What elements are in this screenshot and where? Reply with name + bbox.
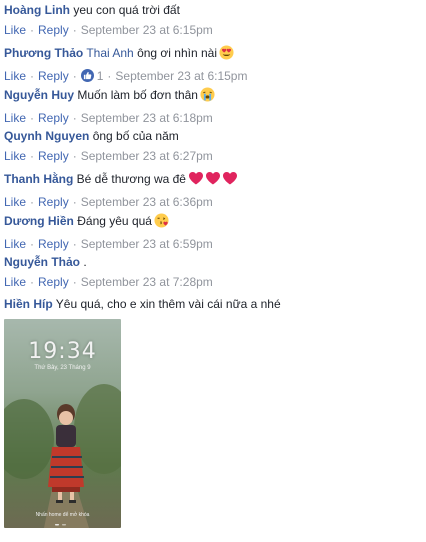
like-link[interactable]: Like: [4, 195, 26, 209]
comment-text: Yêu quá, cho e xin thêm vài cái nữa a nh…: [55, 297, 281, 311]
comment-timestamp[interactable]: September 23 at 6:15pm: [81, 23, 213, 37]
reply-link[interactable]: Reply: [38, 195, 69, 209]
comment-text: ông ơi nhìn nài: [137, 46, 217, 60]
lockscreen-clock: 19:34: [28, 339, 97, 364]
comment: Nguyễn Huy Muốn làm bố đơn thân Like · Rep…: [4, 87, 420, 125]
reply-link[interactable]: Reply: [38, 237, 69, 251]
reply-link[interactable]: Reply: [38, 275, 69, 289]
comment-author[interactable]: Phương Thảo: [4, 46, 83, 60]
comment-timestamp[interactable]: September 23 at 7:28pm: [81, 275, 213, 289]
comment-author[interactable]: Hoàng Linh: [4, 3, 70, 17]
like-link[interactable]: Like: [4, 23, 26, 37]
like-link[interactable]: Like: [4, 111, 26, 125]
comment-text: Đáng yêu quá: [77, 214, 152, 228]
reply-link[interactable]: Reply: [38, 111, 69, 125]
comment-timestamp[interactable]: September 23 at 6:36pm: [81, 195, 213, 209]
comment: Dương Hiền Đáng yêu quá Like · Reply · Septe…: [4, 213, 213, 251]
comment-author[interactable]: Quynh Nguyen: [4, 129, 89, 143]
comment-text: yeu con quá trời đất: [73, 3, 180, 17]
like-link[interactable]: Like: [4, 149, 26, 163]
comment: Thanh Hằng Bé dễ thương wa đê Like · Reply…: [4, 171, 420, 209]
reaction-count[interactable]: 1: [94, 69, 104, 83]
loudly-crying-emoji: [200, 87, 215, 106]
like-link[interactable]: Like: [4, 237, 26, 251]
comment-timestamp[interactable]: September 23 at 6:15pm: [115, 69, 247, 83]
comment-timestamp[interactable]: September 23 at 6:27pm: [81, 149, 213, 163]
thumbs-up-icon[interactable]: [80, 69, 94, 82]
comment: Hiền Híp Yêu quá, cho e xin thêm vài cái…: [4, 297, 420, 312]
like-link[interactable]: Like: [4, 275, 26, 289]
heart-eyes-emoji: [219, 45, 234, 64]
comment-text: .: [83, 255, 87, 269]
comment-timestamp[interactable]: September 23 at 6:59pm: [81, 237, 213, 251]
comment-author[interactable]: Hiền Híp: [4, 297, 53, 311]
like-link[interactable]: Like: [4, 69, 26, 83]
comment: Phương Thảo Thai Anh ông ơi nhìn nài Lik…: [4, 45, 248, 83]
reply-link[interactable]: Reply: [38, 149, 69, 163]
comment-author[interactable]: Dương Hiền: [4, 214, 74, 228]
comment-author[interactable]: Thanh Hằng: [4, 172, 73, 186]
comment-text: Bé dễ thương wa đê: [76, 172, 186, 186]
face-blowing-kiss-emoji: [154, 213, 169, 232]
unlock-hint: Nhấn home để mở khóa: [35, 512, 90, 518]
comment-author[interactable]: Nguyễn Thảo: [4, 255, 80, 269]
comment-text: Muốn làm bố đơn thân: [77, 88, 198, 102]
comment-text: ông bố của năm: [92, 129, 179, 143]
comment: Hoàng Linh yeu con quá trời đất Like · Rep…: [4, 3, 213, 37]
attached-photo[interactable]: 19:34 Thứ Bảy, 23 Tháng 9 Nhấn home để m…: [4, 319, 121, 528]
mentioned-user[interactable]: Thai Anh: [86, 46, 133, 60]
comment-thread: Hoàng Linh yeu con quá trời đất Like · Rep…: [0, 0, 426, 542]
three-red-hearts-emoji: [188, 171, 238, 190]
comment-author[interactable]: Nguyễn Huy: [4, 88, 74, 102]
reply-link[interactable]: Reply: [38, 23, 69, 37]
reply-link[interactable]: Reply: [38, 69, 69, 83]
comment: Quynh Nguyen ông bố của năm Like · Reply · S…: [4, 129, 213, 163]
comment-timestamp[interactable]: September 23 at 6:18pm: [81, 111, 213, 125]
lockscreen-date: Thứ Bảy, 23 Tháng 9: [34, 365, 91, 371]
comment: Nguyễn Thảo . Like · Reply · September 23 at…: [4, 255, 213, 289]
